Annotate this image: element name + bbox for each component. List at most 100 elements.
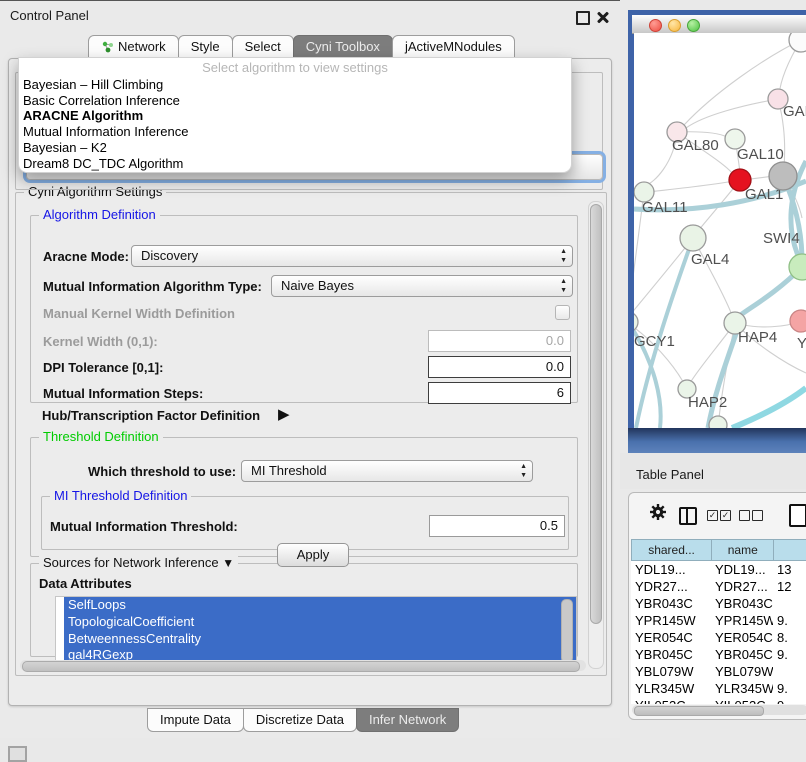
table-cell: YBL079W (711, 663, 773, 680)
attribute-list-item[interactable]: TopologicalCoefficient (64, 614, 576, 631)
hub-definition-label[interactable]: Hub/Transcription Factor Definition (42, 408, 260, 423)
algorithm-option[interactable]: Mutual Information Inference (23, 124, 563, 140)
table-cell: 9. (773, 612, 806, 629)
mi-type-combo[interactable]: Naive Bayes ▲▼ (271, 275, 573, 297)
node-label: Y (797, 335, 806, 352)
dropdown-placeholder: Select algorithm to view settings (19, 60, 571, 75)
table-cell: YBR043C (711, 595, 773, 612)
algorithm-option[interactable]: ARACNE Algorithm (23, 108, 563, 124)
table-horizontal-scrollbar[interactable] (632, 705, 806, 715)
algorithm-option[interactable]: Basic Correlation Inference (23, 93, 563, 109)
network-window-bottom-frame (628, 428, 806, 453)
node-label: GAL11 (642, 199, 688, 216)
algorithm-option[interactable]: Bayesian – K2 (23, 140, 563, 156)
aracne-mode-value: Discovery (141, 248, 198, 263)
table-row[interactable]: YER054CYER054C8. (631, 629, 806, 646)
tab-infer-network[interactable]: Infer Network (356, 708, 459, 732)
close-icon[interactable] (596, 10, 610, 24)
tab-impute-data[interactable]: Impute Data (147, 708, 244, 732)
network-node[interactable] (769, 162, 797, 190)
table-row[interactable]: YDR27...YDR27...12 (631, 578, 806, 595)
table-row[interactable]: YPR145WYPR145W9. (631, 612, 806, 629)
threshold-definition-group: Threshold Definition Which threshold to … (30, 437, 578, 557)
list-scrollbar[interactable] (561, 599, 573, 663)
close-traffic-light-icon[interactable] (649, 19, 662, 32)
network-node-gcy1[interactable] (634, 312, 638, 332)
dpi-tolerance-field[interactable]: 0.0 (428, 356, 571, 378)
deselect-all-columns-icon[interactable] (739, 507, 765, 521)
cyni-algorithm-settings-group: Cyni Algorithm Settings Algorithm Defini… (15, 192, 607, 676)
node-table: shared...name YDL19...YDL19...13YDR27...… (631, 539, 806, 704)
sources-title: Sources for Network Inference (43, 555, 219, 570)
data-attributes-list[interactable]: SelfLoopsTopologicalCoefficientBetweenne… (55, 596, 577, 666)
table-row[interactable]: YBL079WYBL079W (631, 663, 806, 680)
table-cell: 8. (773, 629, 806, 646)
table-row[interactable]: YDL19...YDL19...13 (631, 561, 806, 578)
algorithm-option[interactable]: Dream8 DC_TDC Algorithm (23, 156, 563, 172)
network-node-gal4[interactable] (680, 225, 706, 251)
scrollbar-thumb[interactable] (22, 661, 580, 672)
node-label: GAL80 (672, 137, 719, 154)
network-window-titlebar[interactable] (632, 15, 806, 34)
zoom-traffic-light-icon[interactable] (687, 19, 700, 32)
table-cell (773, 663, 806, 680)
node-label: HAP4 (738, 329, 777, 346)
table-cell: 9. (773, 680, 806, 697)
table-row[interactable]: YLR345WYLR345W9. (631, 680, 806, 697)
network-node-y[interactable] (790, 310, 806, 332)
group-title: Algorithm Definition (39, 207, 160, 222)
combo-stepper-icon: ▲▼ (560, 277, 567, 295)
scrollbar-thumb[interactable] (634, 706, 764, 716)
table-cell: 13 (773, 561, 806, 578)
attribute-list-item[interactable]: BetweennessCentrality (64, 631, 576, 648)
vertical-scrollbar[interactable] (588, 201, 604, 669)
node-label: GAL10 (737, 146, 784, 163)
table-cell: YPR145W (631, 612, 711, 629)
table-column-header[interactable]: name (712, 539, 774, 561)
table-cell: YER054C (711, 629, 773, 646)
node-label: SWI4 (763, 230, 800, 247)
attribute-list-item[interactable]: SelfLoops (64, 597, 576, 614)
aracne-mode-combo[interactable]: Discovery ▲▼ (131, 245, 573, 267)
which-threshold-combo[interactable]: MI Threshold ▲▼ (241, 460, 533, 482)
float-window-icon[interactable] (576, 11, 590, 25)
table-row[interactable]: YBR045CYBR045C9. (631, 646, 806, 663)
algorithm-option-list: Bayesian – Hill ClimbingBasic Correlatio… (23, 77, 563, 171)
mi-steps-field[interactable]: 6 (428, 382, 571, 404)
gear-icon[interactable] (649, 503, 667, 526)
table-cell: YPR145W (711, 612, 773, 629)
tab-discretize-data[interactable]: Discretize Data (243, 708, 357, 732)
minimize-traffic-light-icon[interactable] (668, 19, 681, 32)
table-column-header[interactable]: shared... (631, 539, 712, 561)
horizontal-scrollbar[interactable] (20, 660, 586, 671)
new-table-icon[interactable] (789, 504, 806, 527)
table-cell: YLR345W (711, 680, 773, 697)
network-node[interactable] (709, 416, 727, 428)
manual-kernel-checkbox[interactable] (555, 305, 570, 320)
table-cell: YBR043C (631, 595, 711, 612)
columns-icon[interactable] (679, 507, 697, 525)
network-canvas[interactable]: GALGAL80GAL10GAL1GAL11GAL4SWI4GCY1HAP4YH… (634, 33, 806, 428)
table-column-header[interactable] (774, 539, 806, 561)
collapse-arrow-icon[interactable]: ▼ (222, 556, 234, 570)
table-cell: YLR345W (631, 680, 711, 697)
mi-threshold-field[interactable]: 0.5 (429, 515, 565, 537)
dock-panel-icon[interactable] (8, 746, 27, 762)
table-row[interactable]: YIL052CYIL052C9. (631, 697, 806, 704)
network-view-window: GALGAL80GAL10GAL1GAL11GAL4SWI4GCY1HAP4YH… (628, 10, 806, 453)
mi-steps-label: Mutual Information Steps: (43, 386, 203, 401)
table-cell: 9. (773, 646, 806, 663)
table-cell (773, 595, 806, 612)
algorithm-definition-group: Algorithm Definition Aracne Mode: Discov… (30, 215, 578, 403)
kernel-width-field[interactable]: 0.0 (428, 330, 571, 352)
table-cell: YBR045C (631, 646, 711, 663)
mi-threshold-label: Mutual Information Threshold: (50, 519, 238, 534)
control-panel-tab-bar: Network Style Select Cyni Toolbox jActiv… (88, 35, 514, 59)
algorithm-option[interactable]: Bayesian – Hill Climbing (23, 77, 563, 93)
table-row[interactable]: YBR043CYBR043C (631, 595, 806, 612)
apply-button[interactable]: Apply (277, 543, 349, 567)
select-all-columns-icon[interactable]: ✓✓ (707, 507, 733, 521)
expand-arrow-icon[interactable]: ▶ (278, 405, 290, 423)
scrollbar-thumb[interactable] (590, 204, 602, 624)
network-node[interactable] (789, 33, 806, 52)
